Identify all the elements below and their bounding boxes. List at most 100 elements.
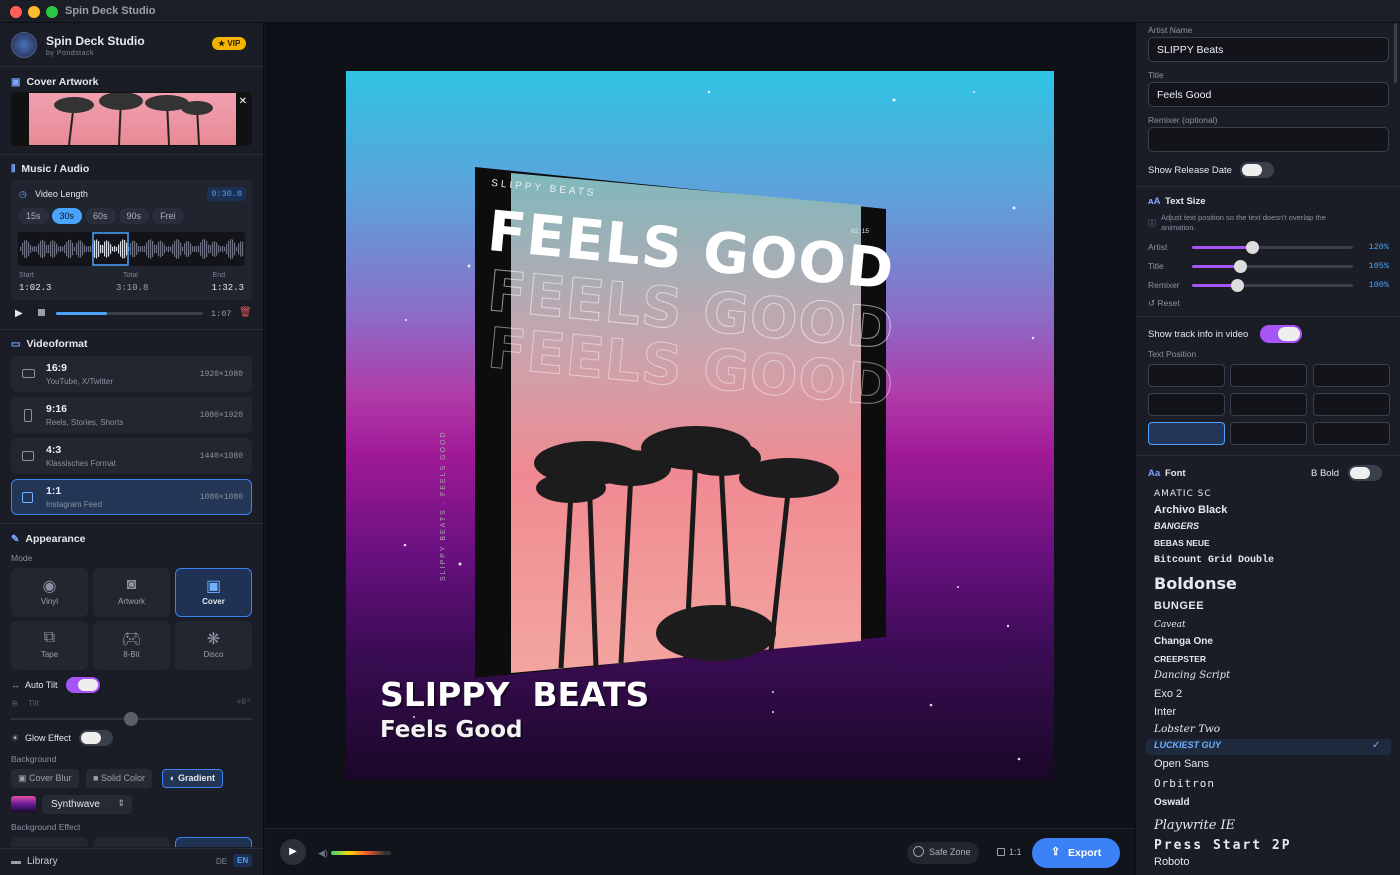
artist-size-slider[interactable] [1192,241,1353,254]
font-item[interactable]: Press Start 2P [1154,838,1292,853]
format-9-16[interactable]: 9:16 Reels, Stories, Shorts 1080×1920 [11,397,252,433]
waveform-bar [124,239,126,259]
length-15s-button[interactable]: 15s [18,208,49,224]
font-item[interactable]: Lobster Two [1154,723,1220,735]
waveform-bar [210,245,212,253]
font-item[interactable]: CREEPSTER [1154,654,1206,664]
position-middle-center[interactable] [1230,393,1307,416]
zoom-window-button[interactable] [46,6,58,18]
length-options: 15s 30s 60s 90s Frei [18,208,187,224]
position-middle-right[interactable] [1313,393,1390,416]
font-item[interactable]: Boldonse [1154,574,1237,593]
auto-tilt-toggle[interactable] [66,677,100,693]
library-button[interactable]: Library [27,856,58,867]
waveform-bar [82,242,84,256]
vip-badge[interactable]: ★ VIP [212,37,247,50]
mode-tape[interactable]: ⧉ Tape [11,621,88,670]
mode-vinyl[interactable]: ◉ Vinyl [11,568,88,617]
mode-8bit[interactable]: 🎮︎ 8-Bit [93,621,170,670]
mode-cover[interactable]: ▣ Cover [175,568,252,617]
delete-audio-icon[interactable]: 🗑 [239,307,252,318]
font-item[interactable]: Open Sans [1154,758,1209,770]
waveform-bar [76,242,78,256]
remixer-input[interactable] [1148,127,1389,152]
mode-artwork[interactable]: ◙ Artwork [93,568,170,617]
release-date-toggle[interactable] [1240,162,1274,178]
gradient-swatch[interactable] [11,796,36,812]
video-icon: ▭ [11,338,21,350]
waveform-bar [198,245,200,253]
play-icon[interactable]: ▶ [15,308,23,319]
glow-toggle[interactable] [79,730,113,746]
length-60s-button[interactable]: 60s [85,208,116,224]
play-button[interactable]: ▶ [280,839,306,865]
bg-cover-blur-button[interactable]: ▣ Cover Blur [11,769,79,788]
remove-cover-icon[interactable]: ✕ [239,96,247,107]
position-middle-left[interactable] [1148,393,1225,416]
font-item[interactable]: Archivo Black [1154,504,1227,516]
font-item[interactable]: Oswald [1154,797,1190,808]
font-item[interactable]: Caveat [1154,620,1186,630]
length-free-button[interactable]: Frei [152,208,184,224]
position-bottom-left[interactable] [1148,422,1225,445]
waveform-bar [142,246,144,252]
font-item[interactable]: Inter [1154,706,1176,718]
remixer-size-slider[interactable] [1192,279,1353,292]
font-item[interactable]: BUNGEE [1154,600,1204,612]
waveform-bar [66,241,68,257]
title-input[interactable]: Feels Good [1148,82,1389,107]
position-bottom-right[interactable] [1313,422,1390,445]
gradient-select[interactable]: Synthwave ⇕ [42,795,132,814]
bold-toggle[interactable] [1348,465,1382,481]
format-1-1[interactable]: 1:1 Instagram Feed 1080×1080 [11,479,252,515]
cover-spine: SLIPPY BEATS · FEELS GOOD [440,430,447,582]
font-item[interactable]: Dancing Script [1154,670,1230,681]
position-top-left[interactable] [1148,364,1225,387]
remixer-size-value: 100% [1368,280,1389,290]
playback-progress[interactable] [56,312,203,315]
length-30s-button[interactable]: 30s [51,208,83,224]
reset-button[interactable]: ↺ Reset [1148,298,1180,309]
format-16-9[interactable]: 16:9 YouTube, X/Twitter 1920×1080 [11,356,252,392]
font-item[interactable]: Changa One [1154,636,1213,647]
position-bottom-center[interactable] [1230,422,1307,445]
font-item-selected[interactable]: LUCKIEST GUY [1154,740,1221,750]
font-item[interactable]: Exo 2 [1154,688,1182,700]
minimize-window-button[interactable] [28,6,40,18]
video-canvas[interactable]: SLIPPY BEATS FEELS GOOD FEELS GOOD FEELS… [346,71,1054,780]
artist-name-input[interactable]: SLIPPY Beats [1148,37,1389,62]
format-4-3[interactable]: 4:3 Klassisches Format 1440×1080 [11,438,252,474]
cover-artwork-header: ▣ Cover Artwork [11,76,99,88]
font-item[interactable]: AMATIC SC [1154,489,1212,499]
font-item[interactable]: Playwrite IE [1154,818,1235,833]
bg-gradient-button[interactable]: ◐ Gradient [162,769,223,788]
waveform-display[interactable] [18,232,245,266]
mode-disco[interactable]: ❋ Disco [175,621,252,670]
waveform-bar [112,246,114,252]
folder-icon: ▬ [11,856,21,867]
export-button[interactable]: ⇪ Export [1032,838,1120,868]
right-scrollbar[interactable] [1394,23,1397,83]
lang-en[interactable]: EN [233,854,253,867]
title-size-slider[interactable] [1192,260,1353,273]
close-window-button[interactable] [10,6,22,18]
track-info-toggle[interactable] [1260,325,1302,343]
position-top-right[interactable] [1313,364,1390,387]
tilt-slider[interactable] [11,712,252,726]
font-item[interactable]: Bitcount Grid Double [1154,555,1274,566]
font-item[interactable]: Roboto [1154,856,1189,868]
cover-artwork-thumbnail[interactable]: ✕ [11,92,252,146]
font-item[interactable]: BANGERS [1154,521,1199,531]
volume-meter[interactable] [331,851,391,855]
stop-icon[interactable] [38,309,45,316]
length-90s-button[interactable]: 90s [118,208,150,224]
font-item[interactable]: Orbitron [1154,777,1215,790]
font-item[interactable]: BEBAS NEUE [1154,538,1210,548]
position-top-center[interactable] [1230,364,1307,387]
safe-zone-button[interactable]: Safe Zone [907,842,979,864]
waveform-bar [40,240,42,258]
lang-de[interactable]: DE [216,857,227,866]
waveform-bar [234,242,236,256]
bg-solid-color-button[interactable]: ■ Solid Color [86,769,152,788]
disco-icon: ❋ [206,631,221,648]
